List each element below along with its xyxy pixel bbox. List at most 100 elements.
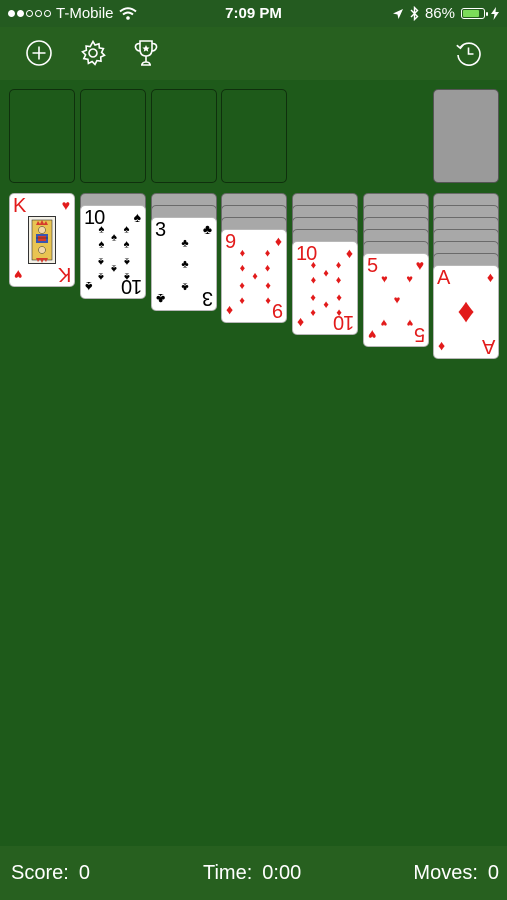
card-rank: 9 (272, 299, 283, 321)
hearts-pip-icon: ♥ (406, 273, 413, 286)
clubs-suit-icon: ♣ (202, 221, 212, 237)
time-label: Time: (203, 862, 253, 884)
moves-stat: Moves: 0 (413, 862, 499, 885)
charging-bolt-icon (491, 7, 499, 20)
tableau-card-k-of-hearts[interactable]: K ♥ K ♥ (9, 193, 75, 287)
card-rank: 3 (202, 287, 213, 309)
clubs-pip-icon: ♣ (181, 237, 189, 250)
stock-pile[interactable] (433, 89, 499, 183)
tableau-card-5-of-hearts[interactable]: 5 ♥ 5 ♥ ♥ ♥ ♥ ♥ ♥ (363, 253, 429, 347)
hearts-suit-icon: ♥ (14, 267, 23, 283)
card-rank: 5 (414, 323, 425, 345)
spades-pip-icon: ♠ (123, 238, 130, 251)
score-stat: Score: 0 (11, 862, 90, 885)
hearts-suit-icon: ♥ (415, 257, 424, 273)
plus-circle-icon (26, 40, 52, 66)
gear-icon (81, 39, 106, 66)
diamonds-pip-icon: ♦ (239, 279, 246, 292)
status-bar: T-Mobile 7:09 PM 86% (0, 0, 507, 27)
diamonds-pip-icon: ♦ (335, 306, 342, 319)
diamonds-pip-icon: ♦ (310, 259, 317, 272)
bluetooth-icon (410, 6, 419, 21)
card-pips: ♦ ♦ ♦ ♦ ♦ ♦ ♦ ♦ ♦ ♦ (308, 259, 344, 319)
diamonds-pip-icon: ♦ (239, 247, 246, 260)
hearts-pip-icon: ♥ (381, 316, 388, 329)
battery-level (463, 10, 479, 17)
diamonds-pip-icon: ♦ (310, 274, 317, 287)
diamonds-pip-icon: ♦ (310, 291, 317, 304)
card-rank: K (58, 263, 71, 285)
diamonds-pip-icon: ♦ (323, 267, 329, 280)
hearts-pip-icon: ♥ (381, 273, 388, 286)
spades-pip-icon: ♠ (98, 223, 105, 236)
spades-pip-icon: ♠ (123, 255, 130, 268)
card-rank: 5 (367, 255, 378, 277)
toolbar (0, 27, 507, 80)
hearts-pip-icon: ♥ (393, 294, 401, 307)
card-pips: ♦ ♦ ♦ ♦ ♦ ♦ ♦ ♦ ♦ (237, 247, 273, 307)
hearts-suit-icon: ♥ (368, 327, 377, 343)
spades-pip-icon: ♠ (98, 270, 105, 283)
location-arrow-icon (392, 8, 403, 19)
undo-button[interactable] (450, 35, 486, 71)
spades-pip-icon: ♠ (98, 255, 105, 268)
tableau-card-10-of-spades[interactable]: 10 ♠ 10 ♠ ♠ ♠ ♠ ♠ ♠ ♠ ♠ ♠ ♠ ♠ (80, 205, 146, 299)
battery-percent: 86% (424, 5, 455, 22)
card-rank: 9 (225, 231, 236, 253)
foundation-slot-2[interactable] (80, 89, 146, 183)
spades-pip-icon: ♠ (111, 262, 117, 275)
tableau-card-9-of-diamonds[interactable]: 9 ♦ 9 ♦ ♦ ♦ ♦ ♦ ♦ ♦ ♦ ♦ ♦ (221, 229, 287, 323)
tableau-card-3-of-clubs[interactable]: 3 ♣ 3 ♣ ♣ ♣ ♣ (151, 217, 217, 311)
card-rank: A (482, 335, 495, 357)
time-value: 0:00 (262, 862, 302, 884)
diamonds-pip-icon: ♦ (264, 247, 271, 260)
diamonds-suit-icon: ♦ (226, 303, 234, 319)
new-game-button[interactable] (21, 35, 57, 71)
diamonds-pip-icon: ♦ (310, 306, 317, 319)
achievements-button[interactable] (128, 35, 164, 71)
spades-pip-icon: ♠ (111, 231, 117, 244)
diamonds-suit-icon: ♦ (345, 245, 353, 261)
tableau-card-a-of-diamonds[interactable]: A ♦ A ♦ ♦ (433, 265, 499, 359)
foundation-slot-4[interactable] (221, 89, 287, 183)
diamonds-suit-icon: ♦ (274, 233, 282, 249)
status-right: 86% (392, 5, 499, 22)
diamonds-pip-icon: ♦ (323, 298, 329, 311)
diamonds-pip-icon: ♦ (239, 294, 246, 307)
diamonds-pip-icon: ♦ (264, 262, 271, 275)
spades-pip-icon: ♠ (123, 223, 130, 236)
card-pips: ♥ ♥ ♥ ♥ ♥ (379, 271, 415, 331)
spades-pip-icon: ♠ (123, 270, 130, 283)
spades-pip-icon: ♠ (98, 238, 105, 251)
diamonds-pip-icon: ♦ (264, 279, 271, 292)
diamonds-pip-icon: ♦ (252, 270, 258, 283)
settings-button[interactable] (75, 35, 111, 71)
tableau-card-10-of-diamonds[interactable]: 10 ♦ 10 ♦ ♦ ♦ ♦ ♦ ♦ ♦ ♦ ♦ ♦ ♦ (292, 241, 358, 335)
spades-suit-icon: ♠ (85, 279, 93, 295)
hearts-pip-icon: ♥ (406, 316, 413, 329)
diamonds-pip-icon: ♦ (335, 259, 342, 272)
card-pips: ♠ ♠ ♠ ♠ ♠ ♠ ♠ ♠ ♠ ♠ (96, 223, 132, 283)
diamonds-pip-icon: ♦ (264, 294, 271, 307)
moves-label: Moves: (413, 862, 478, 884)
card-rank: K (13, 195, 26, 217)
card-pips: ♣ ♣ ♣ (167, 235, 203, 295)
diamonds-pip-icon: ♦ (335, 291, 342, 304)
battery-icon (461, 8, 488, 19)
time-stat: Time: 0:00 (203, 862, 301, 885)
diamonds-suit-icon: ♦ (297, 315, 305, 331)
score-value: 0 (78, 862, 90, 884)
diamonds-pip-icon: ♦ (239, 262, 246, 275)
trophy-icon (134, 40, 158, 66)
spades-suit-icon: ♠ (133, 209, 141, 225)
clubs-pip-icon: ♣ (181, 258, 189, 271)
score-label: Score: (11, 862, 69, 884)
diamonds-pip-icon: ♦ (335, 274, 342, 287)
foundation-slot-1[interactable] (9, 89, 75, 183)
diamonds-pip-icon: ♦ (457, 292, 475, 330)
hearts-suit-icon: ♥ (61, 197, 70, 213)
stats-bar: Score: 0 Time: 0:00 Moves: 0 (0, 846, 507, 900)
foundation-slot-3[interactable] (151, 89, 217, 183)
clubs-pip-icon: ♣ (181, 280, 189, 293)
moves-value: 0 (487, 862, 499, 884)
